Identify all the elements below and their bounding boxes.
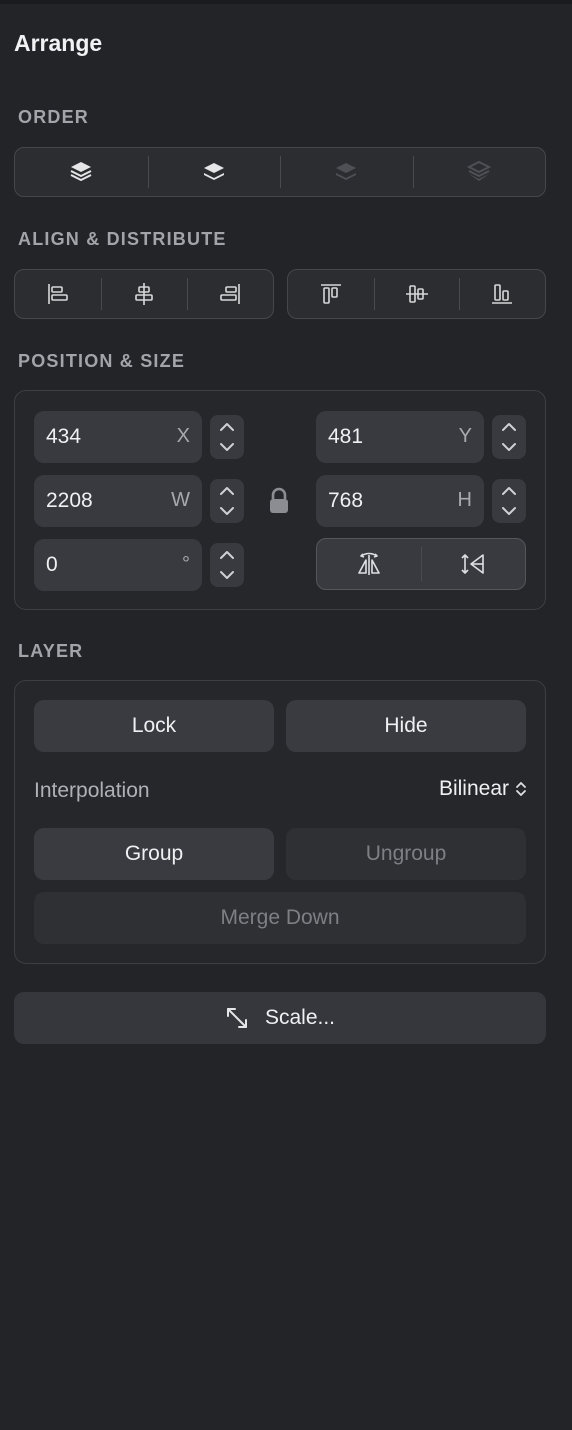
chevron-down-icon[interactable] [210, 565, 244, 585]
scale-button[interactable]: Scale... [14, 992, 546, 1044]
group-button[interactable]: Group [34, 828, 274, 880]
y-field[interactable]: 481 Y [316, 411, 484, 463]
align-center-vertical-button[interactable] [373, 270, 460, 318]
align-left-icon [45, 281, 71, 307]
flip-segmented-control [316, 538, 526, 590]
chevron-up-icon[interactable] [492, 481, 526, 501]
width-value: 2208 [46, 489, 93, 512]
chevron-up-icon[interactable] [210, 481, 244, 501]
x-value: 434 [46, 425, 82, 448]
resize-arrows-icon [225, 1006, 249, 1030]
interpolation-select[interactable]: Bilinear [439, 777, 527, 801]
width-unit-label: W [171, 489, 190, 511]
flip-vertical-icon [459, 551, 487, 577]
chevron-up-icon[interactable] [492, 417, 526, 437]
send-to-back-icon [466, 159, 492, 185]
width-stepper[interactable] [210, 479, 244, 523]
lock-icon[interactable] [267, 487, 291, 515]
merge-down-button[interactable]: Merge Down [34, 892, 526, 944]
rotation-value: 0 [46, 553, 58, 576]
y-stepper[interactable] [492, 415, 526, 459]
chevron-down-icon[interactable] [210, 437, 244, 457]
position-size-panel: 434 X 481 Y 2208 W 768 H 0 ° [14, 390, 546, 610]
vertical-align-group [287, 269, 546, 319]
lock-button[interactable]: Lock [34, 700, 274, 752]
y-unit-label: Y [458, 425, 472, 447]
height-stepper[interactable] [492, 479, 526, 523]
bring-forward-button[interactable] [147, 148, 281, 196]
height-unit-label: H [457, 489, 472, 511]
chevron-down-icon[interactable] [492, 437, 526, 457]
align-center-vertical-icon [404, 281, 430, 307]
interpolation-label: Interpolation [34, 779, 150, 802]
position-size-section-label: POSITION & SIZE [18, 351, 186, 371]
ungroup-button[interactable]: Ungroup [286, 828, 526, 880]
chevron-up-icon[interactable] [210, 417, 244, 437]
align-section-label: ALIGN & DISTRIBUTE [18, 229, 227, 249]
flip-horizontal-button[interactable] [317, 539, 421, 589]
height-field[interactable]: 768 H [316, 475, 484, 527]
rotation-unit-label: ° [182, 553, 190, 575]
flip-vertical-button[interactable] [421, 539, 525, 589]
layer-panel: Lock Hide Interpolation Bilinear Group U… [14, 680, 546, 964]
order-section-label: ORDER [18, 107, 90, 127]
y-value: 481 [328, 425, 364, 448]
chevron-up-icon[interactable] [210, 545, 244, 565]
align-left-button[interactable] [15, 270, 101, 318]
chevron-down-icon[interactable] [210, 501, 244, 521]
flip-horizontal-icon [355, 551, 383, 577]
bring-to-front-icon [68, 159, 94, 185]
bring-to-front-button[interactable] [15, 148, 148, 196]
x-field[interactable]: 434 X [34, 411, 202, 463]
horizontal-align-group [14, 269, 274, 319]
panel-title: Arrange [14, 30, 103, 56]
height-value: 768 [328, 489, 364, 512]
chevron-up-down-icon [515, 779, 527, 799]
send-to-back-button[interactable] [412, 148, 546, 196]
bring-forward-icon [201, 159, 227, 185]
align-center-horizontal-button[interactable] [101, 270, 187, 318]
width-field[interactable]: 2208 W [34, 475, 202, 527]
x-unit-label: X [176, 425, 190, 447]
chevron-down-icon[interactable] [492, 501, 526, 521]
hide-button[interactable]: Hide [286, 700, 526, 752]
align-right-button[interactable] [187, 270, 273, 318]
rotation-stepper[interactable] [210, 543, 244, 587]
layer-section-label: LAYER [18, 641, 84, 661]
align-top-icon [318, 281, 344, 307]
top-edge [0, 0, 572, 4]
rotation-field[interactable]: 0 ° [34, 539, 202, 591]
align-top-button[interactable] [288, 270, 374, 318]
interpolation-value: Bilinear [438, 777, 509, 800]
align-bottom-button[interactable] [459, 270, 545, 318]
send-backward-button[interactable] [280, 148, 413, 196]
x-stepper[interactable] [210, 415, 244, 459]
align-center-horizontal-icon [131, 281, 157, 307]
order-segmented-control [14, 147, 546, 197]
align-bottom-icon [489, 281, 515, 307]
align-right-icon [217, 281, 243, 307]
send-backward-icon [333, 159, 359, 185]
scale-label: Scale... [264, 1006, 336, 1029]
